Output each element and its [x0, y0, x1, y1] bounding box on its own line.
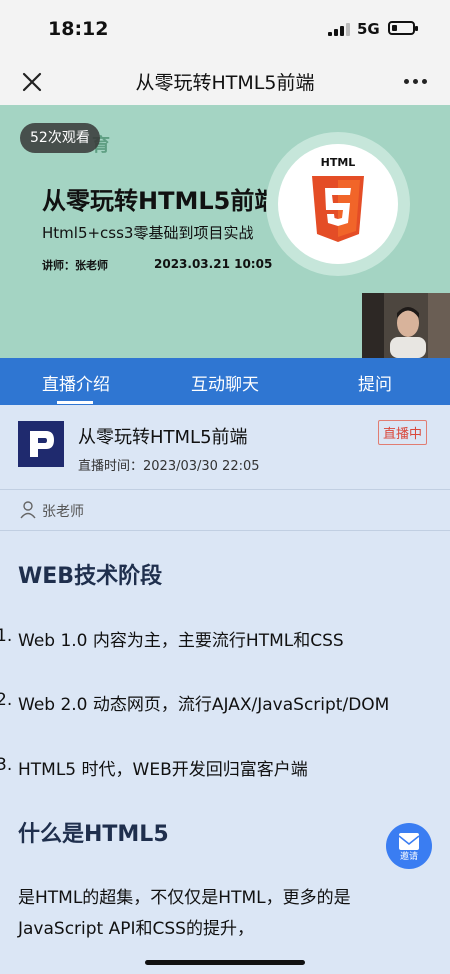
live-status-badge: 直播中	[378, 420, 428, 445]
section-heading-html5: 什么是HTML5	[18, 822, 169, 847]
nav-bar: 从零玩转HTML5前端	[0, 58, 450, 105]
tab-intro[interactable]: 直播介绍	[40, 370, 112, 395]
views-badge: 52次观看	[20, 123, 100, 153]
list-item: Web 2.0 动态网页，流行AJAX/JavaScript/DOM	[18, 695, 390, 715]
html5-logo-ring: HTML	[266, 132, 410, 276]
user-icon	[20, 501, 36, 519]
tab-bar: 直播介绍 互动聊天 提问	[0, 358, 450, 405]
section-heading-web: WEB技术阶段	[18, 564, 163, 589]
paragraph-line: 是HTML的超集，不仅仅是HTML，更多的是	[18, 888, 351, 908]
list-item: HTML5 时代，WEB开发回归富客户端	[18, 760, 308, 780]
list-item-number: 1.	[0, 626, 13, 646]
speaker-video-thumbnail[interactable]	[362, 293, 450, 358]
html5-icon	[312, 176, 364, 242]
teacher-row: 张老师	[0, 490, 450, 531]
teacher-name: 张老师	[42, 504, 84, 520]
invite-label: 邀请	[399, 852, 418, 862]
course-time: 直播时间：2023/03/30 22:05	[78, 459, 260, 474]
list-item-number: 2.	[0, 690, 13, 710]
banner-title: 从零玩转HTML5前端	[42, 187, 279, 215]
banner-date: 2023.03.21 10:05	[154, 257, 273, 271]
page-title: 从零玩转HTML5前端	[135, 72, 315, 94]
tab-chat[interactable]: 互动聊天	[189, 370, 261, 395]
tab-questions[interactable]: 提问	[357, 370, 393, 395]
course-logo-icon	[18, 421, 64, 467]
list-item-number: 3.	[0, 755, 13, 775]
active-tab-indicator	[57, 401, 93, 404]
banner-subtitle: Html5+css3零基础到项目实战	[42, 224, 254, 242]
invite-button[interactable]: 邀请	[386, 823, 432, 869]
status-bar: 18:12 5G	[0, 0, 450, 58]
status-time: 18:12	[48, 18, 109, 40]
envelope-icon	[398, 833, 420, 850]
live-video-banner[interactable]: 教育教育育 52次观看 从零玩转HTML5前端 Html5+css3零基础到项目…	[0, 105, 450, 358]
paragraph-line: JavaScript API和CSS的提升，	[18, 919, 254, 939]
more-icon[interactable]	[404, 79, 427, 84]
banner-teacher: 讲师：张老师	[42, 259, 108, 272]
list-item: Web 1.0 内容为主，主要流行HTML和CSS	[18, 631, 344, 651]
network-label: 5G	[357, 20, 380, 38]
course-title: 从零玩转HTML5前端	[78, 427, 248, 448]
course-card: 从零玩转HTML5前端 直播时间：2023/03/30 22:05 直播中	[0, 405, 450, 490]
home-indicator	[145, 960, 305, 965]
signal-icon	[328, 22, 350, 36]
battery-icon	[388, 21, 418, 35]
